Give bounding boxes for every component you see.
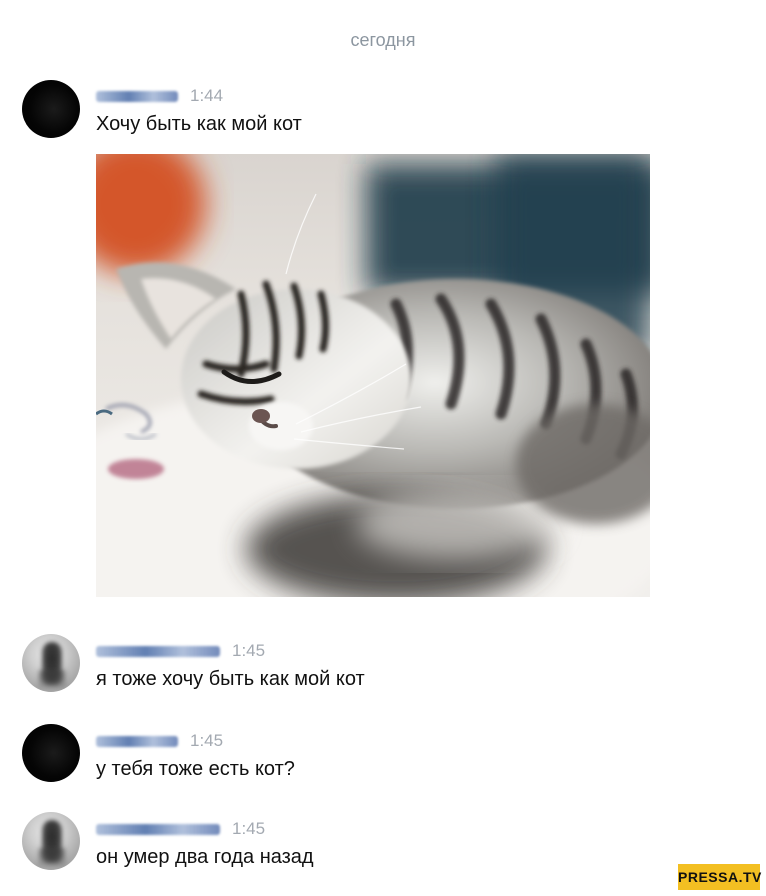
- message-time: 1:45: [190, 731, 224, 750]
- date-separator: сегодня: [350, 30, 416, 50]
- sender-name-blurred[interactable]: [96, 645, 220, 657]
- message-text: у тебя тоже есть кот?: [96, 758, 295, 780]
- sender-name-blurred[interactable]: [96, 90, 178, 102]
- avatar[interactable]: [22, 80, 80, 138]
- message-text: он умер два года назад: [96, 846, 314, 868]
- message-header: 1:45: [96, 641, 265, 661]
- sender-name-blurred[interactable]: [96, 735, 178, 747]
- message-time: 1:45: [232, 641, 266, 660]
- avatar[interactable]: [22, 634, 80, 692]
- message-header: 1:45: [96, 731, 223, 751]
- message-time: 1:44: [190, 86, 224, 105]
- photo-attachment[interactable]: [96, 154, 650, 597]
- message-text: Хочу быть как мой кот: [96, 113, 302, 135]
- message-time: 1:45: [232, 819, 266, 838]
- avatar-figure-legs: [38, 670, 66, 688]
- watermark-logo: PRESSA.TV: [678, 864, 761, 890]
- avatar[interactable]: [22, 812, 80, 870]
- message-text: я тоже хочу быть как мой кот: [96, 668, 365, 690]
- message-header: 1:45: [96, 819, 265, 839]
- sender-name-blurred[interactable]: [96, 823, 220, 835]
- avatar-figure-legs: [38, 848, 66, 866]
- message-header: 1:44: [96, 86, 223, 106]
- sleeping-kitten-image: [96, 154, 650, 597]
- avatar[interactable]: [22, 724, 80, 782]
